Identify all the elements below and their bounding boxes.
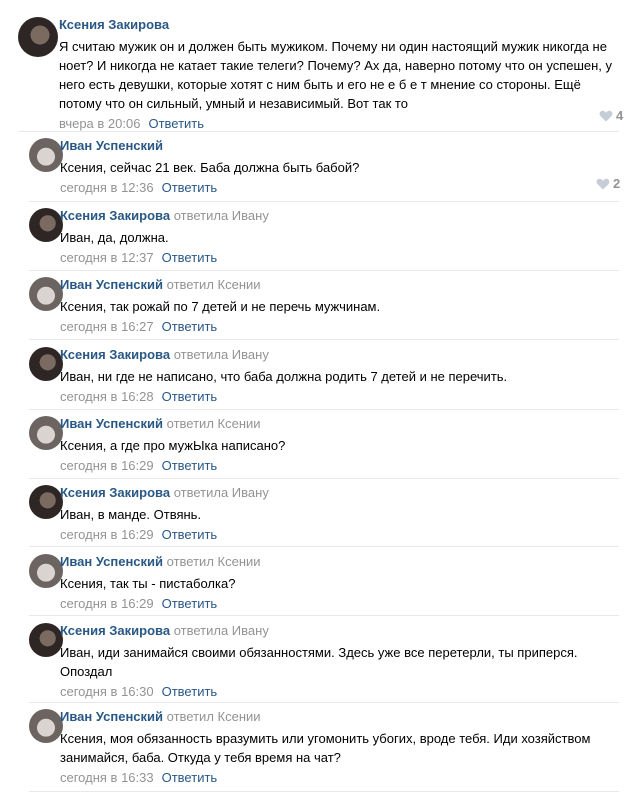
divider <box>29 339 619 340</box>
timestamp[interactable]: сегодня в 16:29 <box>60 596 154 611</box>
heart-icon <box>599 110 613 121</box>
comment-body: Ксения Закирова Я считаю мужик он и долж… <box>59 17 619 132</box>
comment-text: Иван, иди занимайся своими обязанностями… <box>60 645 578 679</box>
divider <box>18 131 619 132</box>
author-name[interactable]: Ксения Закирова <box>60 485 170 500</box>
reply-button[interactable]: Ответить <box>162 770 218 785</box>
timestamp[interactable]: сегодня в 16:29 <box>60 527 154 542</box>
comment-text: Ксения, моя обязанность вразумить или уг… <box>60 731 591 765</box>
comment-text: Ксения, так рожай по 7 детей и не перечь… <box>60 299 381 314</box>
author-name[interactable]: Ксения Закирова <box>60 208 170 223</box>
timestamp[interactable]: сегодня в 12:37 <box>60 250 154 265</box>
divider <box>29 201 619 202</box>
author-name[interactable]: Иван Успенский <box>60 709 163 724</box>
reply-to-label[interactable]: ответил Ксении <box>167 709 261 724</box>
comment-body: Иван Успенский ответил Ксении Ксения, та… <box>60 554 620 612</box>
comment-body: Иван Успенский ответил Ксении Ксения, а … <box>60 416 620 474</box>
reply-button[interactable]: Ответить <box>162 458 218 473</box>
reply-to-label[interactable]: ответила Ивану <box>174 623 269 638</box>
timestamp[interactable]: вчера в 20:06 <box>59 116 140 131</box>
reply-to-label[interactable]: ответил Ксении <box>167 416 261 431</box>
divider <box>29 702 619 703</box>
comment-text: Иван, ни где не написано, что баба должн… <box>60 369 508 384</box>
reply-to-label[interactable]: ответила Ивану <box>174 485 269 500</box>
comment-text: Я считаю мужик он и должен быть мужиком.… <box>59 39 613 111</box>
author-name[interactable]: Иван Успенский <box>60 277 163 292</box>
avatar[interactable] <box>29 138 63 172</box>
avatar[interactable] <box>29 208 63 242</box>
comment-text: Ксения, сейчас 21 век. Баба должна быть … <box>60 160 360 175</box>
avatar[interactable] <box>29 485 63 519</box>
reply-button[interactable]: Ответить <box>148 116 204 131</box>
avatar[interactable] <box>29 623 63 657</box>
comment-text: Иван, да, должна. <box>60 230 169 245</box>
comments-thread: Ксения Закирова Я считаю мужик он и долж… <box>0 0 641 804</box>
reply-to-label[interactable]: ответил Ксении <box>167 554 261 569</box>
reply-to-label[interactable]: ответила Ивану <box>174 347 269 362</box>
divider <box>29 270 619 271</box>
reply-button[interactable]: Ответить <box>162 596 218 611</box>
comment-text: Иван, в манде. Отвянь. <box>60 507 202 522</box>
author-name[interactable]: Иван Успенский <box>60 138 163 153</box>
reply-button[interactable]: Ответить <box>162 684 218 699</box>
timestamp[interactable]: сегодня в 16:30 <box>60 684 154 699</box>
avatar[interactable] <box>29 347 63 381</box>
like-count: 4 <box>616 108 624 123</box>
reply-to-label[interactable]: ответил Ксении <box>167 277 261 292</box>
reply-button[interactable]: Ответить <box>162 527 218 542</box>
divider <box>29 409 619 410</box>
reply-to-label[interactable]: ответила Ивану <box>174 208 269 223</box>
timestamp[interactable]: сегодня в 16:28 <box>60 389 154 404</box>
comment-body: Иван Успенский ответил Ксении Ксения, та… <box>60 277 620 335</box>
reply-button[interactable]: Ответить <box>162 319 218 334</box>
comment-body: Иван Успенский Ксения, сейчас 21 век. Ба… <box>60 138 620 196</box>
divider <box>29 791 619 792</box>
author-name[interactable]: Ксения Закирова <box>59 17 169 32</box>
like-button[interactable]: 4 <box>599 108 623 123</box>
reply-button[interactable]: Ответить <box>162 180 218 195</box>
avatar[interactable] <box>29 709 63 743</box>
author-name[interactable]: Ксения Закирова <box>60 623 170 638</box>
comment-text: Ксения, а где про мужЫка написано? <box>60 438 286 453</box>
timestamp[interactable]: сегодня в 12:36 <box>60 180 154 195</box>
avatar[interactable] <box>29 554 63 588</box>
avatar[interactable] <box>18 17 58 57</box>
comment-body: Ксения Закирова ответила Ивану Иван, ни … <box>60 347 620 405</box>
comment-body: Ксения Закирова ответила Ивану Иван, в м… <box>60 485 620 543</box>
timestamp[interactable]: сегодня в 16:29 <box>60 458 154 473</box>
timestamp[interactable]: сегодня в 16:27 <box>60 319 154 334</box>
comment-body: Ксения Закирова ответила Ивану Иван, иди… <box>60 623 620 700</box>
divider <box>29 615 619 616</box>
author-name[interactable]: Ксения Закирова <box>60 347 170 362</box>
comment-body: Ксения Закирова ответила Ивану Иван, да,… <box>60 208 620 266</box>
heart-icon <box>596 178 610 189</box>
like-count: 2 <box>613 176 621 191</box>
reply-button[interactable]: Ответить <box>162 250 218 265</box>
divider <box>29 478 619 479</box>
timestamp[interactable]: сегодня в 16:33 <box>60 770 154 785</box>
divider <box>29 546 619 547</box>
reply-button[interactable]: Ответить <box>162 389 218 404</box>
author-name[interactable]: Иван Успенский <box>60 416 163 431</box>
avatar[interactable] <box>29 277 63 311</box>
comment-text: Ксения, так ты - пистаболка? <box>60 576 236 591</box>
like-button[interactable]: 2 <box>596 176 620 191</box>
avatar[interactable] <box>29 416 63 450</box>
comment-body: Иван Успенский ответил Ксении Ксения, мо… <box>60 709 620 786</box>
author-name[interactable]: Иван Успенский <box>60 554 163 569</box>
